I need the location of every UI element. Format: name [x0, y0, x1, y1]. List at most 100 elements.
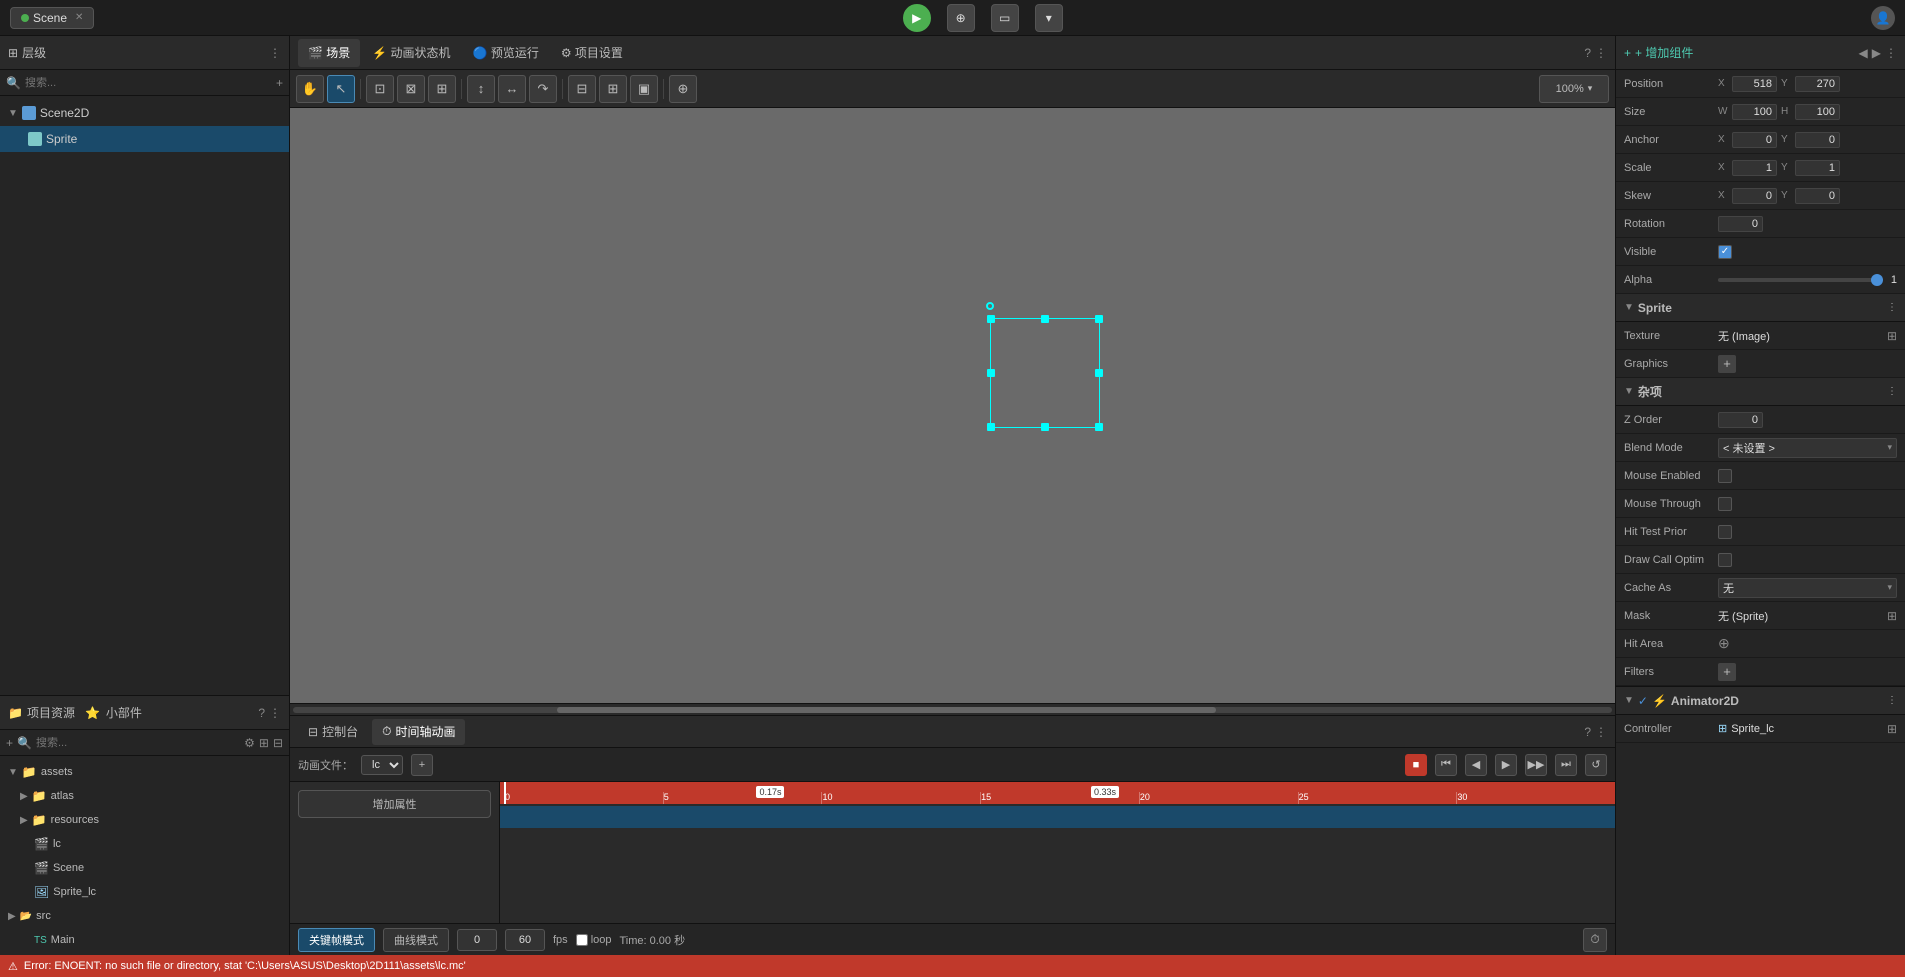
- asset-item-assets[interactable]: ▼ 📁 assets: [0, 760, 289, 784]
- anim-file-select[interactable]: lc: [361, 755, 403, 775]
- animator-section-more[interactable]: ⋮: [1887, 695, 1897, 706]
- layer-search-input[interactable]: [25, 77, 272, 89]
- tab-animator[interactable]: ⚡ 动画状态机: [362, 39, 460, 67]
- animator-status-check[interactable]: ✓: [1638, 694, 1648, 708]
- texture-browse-icon[interactable]: ⊞: [1887, 329, 1897, 343]
- rotation-value[interactable]: 0: [1718, 216, 1763, 232]
- timeline-playhead[interactable]: [504, 782, 506, 804]
- canvas-horizontal-scrollbar[interactable]: [290, 703, 1615, 715]
- play-button[interactable]: ▶: [903, 4, 931, 32]
- asset-add-icon[interactable]: +: [6, 736, 13, 750]
- asset-more-icon[interactable]: ⋮: [269, 706, 281, 720]
- zoom-control[interactable]: 100% ▾: [1539, 75, 1609, 103]
- sprite-section-header[interactable]: ▼ Sprite ⋮: [1616, 294, 1905, 322]
- selected-sprite-object[interactable]: [990, 318, 1100, 428]
- tl-next-frame-btn[interactable]: ▶▶: [1525, 754, 1547, 776]
- snap2-button[interactable]: ⊞: [599, 75, 627, 103]
- asset-item-main[interactable]: TS Main: [0, 928, 289, 952]
- asset-search-input[interactable]: [36, 737, 240, 749]
- handle-middle-right[interactable]: [1095, 369, 1103, 377]
- asset-help-icon[interactable]: ?: [258, 706, 265, 720]
- hand-tool-button[interactable]: ✋: [296, 75, 324, 103]
- handle-top-right[interactable]: [1095, 315, 1103, 323]
- controller-browse-icon[interactable]: ⊞: [1887, 722, 1897, 736]
- layer-more-icon[interactable]: ⋮: [269, 46, 281, 60]
- handle-bottom-left[interactable]: [987, 423, 995, 431]
- asset-grid-icon[interactable]: ⊞: [259, 736, 269, 750]
- asset-item-lc[interactable]: 🎬 lc: [0, 832, 289, 856]
- tl-prev-frame-btn[interactable]: ◀: [1465, 754, 1487, 776]
- end-frame-input[interactable]: [505, 929, 545, 951]
- tl-record-btn[interactable]: ■: [1405, 754, 1427, 776]
- layer-item-sprite[interactable]: Sprite: [0, 126, 289, 152]
- add-component-button[interactable]: + + 增加组件: [1624, 44, 1693, 61]
- layer-add-icon[interactable]: +: [276, 76, 283, 90]
- mask-browse-icon[interactable]: ⊞: [1887, 609, 1897, 623]
- grid-toggle-button[interactable]: ⊕: [669, 75, 697, 103]
- current-frame-input[interactable]: [457, 929, 497, 951]
- timeline-help-icon[interactable]: ?: [1584, 725, 1591, 739]
- tl-play-btn[interactable]: ▶: [1495, 754, 1517, 776]
- loop-checkbox[interactable]: [576, 934, 588, 946]
- timer-button[interactable]: ⏱: [1583, 928, 1607, 952]
- tl-loop-btn[interactable]: ↺: [1585, 754, 1607, 776]
- align-right-button[interactable]: ⊞: [428, 75, 456, 103]
- hit-area-icon[interactable]: ⊕: [1718, 635, 1730, 652]
- scene-help-icon[interactable]: ?: [1584, 46, 1591, 60]
- align-center-button[interactable]: ⊠: [397, 75, 425, 103]
- scene-tab[interactable]: Scene ✕: [10, 7, 94, 29]
- asset-item-src[interactable]: ▶ 📂 src: [0, 904, 289, 928]
- asset-item-resources[interactable]: ▶ 📁 resources: [0, 808, 289, 832]
- tab-timeline[interactable]: ⏱ 时间轴动画: [372, 719, 465, 745]
- z-order-value[interactable]: 0: [1718, 412, 1763, 428]
- layer-item-scene2d[interactable]: ▼ Scene2D: [0, 100, 289, 126]
- misc-section-more[interactable]: ⋮: [1887, 386, 1897, 397]
- timeline-more-icon[interactable]: ⋮: [1595, 725, 1607, 739]
- scene-more-icon[interactable]: ⋮: [1595, 46, 1607, 60]
- scroll-thumb[interactable]: [557, 707, 1217, 713]
- tab-preview[interactable]: 🔵 预览运行: [463, 39, 549, 67]
- flip-v-button[interactable]: ↕: [467, 75, 495, 103]
- curve-mode-button[interactable]: 曲线模式: [383, 928, 449, 952]
- select-tool-button[interactable]: ↖: [327, 75, 355, 103]
- flip-h-button[interactable]: ↔: [498, 75, 526, 103]
- add-property-button[interactable]: 增加属性: [298, 790, 491, 818]
- filters-add-button[interactable]: +: [1718, 663, 1736, 681]
- handle-top-center[interactable]: [1041, 315, 1049, 323]
- handle-bottom-center[interactable]: [1041, 423, 1049, 431]
- asset-item-sprite-lc[interactable]: 🖼 Sprite_lc: [0, 880, 289, 904]
- scale-x-value[interactable]: 1: [1732, 160, 1777, 176]
- asset-filter-icon[interactable]: ⚙: [244, 736, 255, 750]
- prop-nav-right[interactable]: ▶: [1872, 46, 1881, 60]
- align-left-button[interactable]: ⊡: [366, 75, 394, 103]
- globe-button[interactable]: ⊕: [947, 4, 975, 32]
- keyframe-mode-button[interactable]: 关键帧模式: [298, 928, 375, 952]
- mobile-button[interactable]: ▭: [991, 4, 1019, 32]
- cache-as-dropdown[interactable]: 无 ▾: [1718, 578, 1897, 598]
- visible-checkbox[interactable]: ✓: [1718, 245, 1732, 259]
- asset-item-atlas[interactable]: ▶ 📁 atlas: [0, 784, 289, 808]
- alpha-slider[interactable]: [1718, 278, 1883, 282]
- hit-test-prior-checkbox[interactable]: [1718, 525, 1732, 539]
- sprite-section-more[interactable]: ⋮: [1887, 302, 1897, 313]
- rotate-button[interactable]: ↷: [529, 75, 557, 103]
- mouse-through-checkbox[interactable]: [1718, 497, 1732, 511]
- draw-call-optim-checkbox[interactable]: [1718, 553, 1732, 567]
- tab-console[interactable]: ⊟ 控制台: [298, 719, 368, 745]
- snap3-button[interactable]: ▣: [630, 75, 658, 103]
- blend-mode-dropdown[interactable]: < 未设置 > ▾: [1718, 438, 1897, 458]
- handle-middle-left[interactable]: [987, 369, 995, 377]
- anchor-y-value[interactable]: 0: [1795, 132, 1840, 148]
- misc-section-header[interactable]: ▼ 杂项 ⋮: [1616, 378, 1905, 406]
- more-button[interactable]: ▾: [1035, 4, 1063, 32]
- snap1-button[interactable]: ⊟: [568, 75, 596, 103]
- user-avatar[interactable]: 👤: [1871, 6, 1895, 30]
- prop-more-icon[interactable]: ⋮: [1885, 46, 1897, 60]
- tab-scene[interactable]: 🎬 场景: [298, 39, 360, 67]
- tl-add-btn[interactable]: +: [411, 754, 433, 776]
- anchor-x-value[interactable]: 0: [1732, 132, 1777, 148]
- prop-nav-left[interactable]: ◀: [1859, 46, 1868, 60]
- asset-item-scene[interactable]: 🎬 Scene: [0, 856, 289, 880]
- tab-close-icon[interactable]: ✕: [75, 12, 83, 23]
- mouse-enabled-checkbox[interactable]: [1718, 469, 1732, 483]
